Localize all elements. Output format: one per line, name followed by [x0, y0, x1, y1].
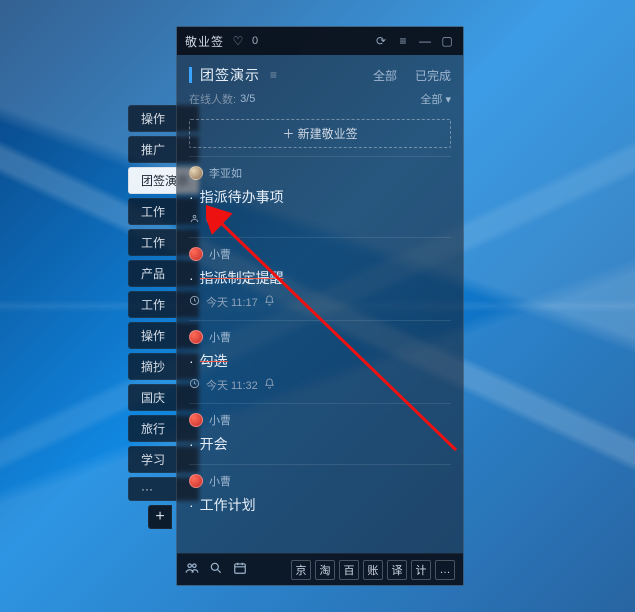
- card-owner: 小曹: [189, 473, 451, 489]
- card-owner: 李亚如: [189, 165, 451, 181]
- card-title-text: 开会: [200, 434, 228, 454]
- members-icon[interactable]: [185, 561, 199, 578]
- owner-name: 小曹: [209, 473, 231, 489]
- bell-count: 0: [252, 35, 258, 47]
- card-meta-text: 今天 11:32: [206, 377, 258, 393]
- bottom-tile[interactable]: 百: [339, 560, 359, 580]
- card-title: · 开会: [189, 434, 451, 454]
- note-card[interactable]: 小曹 · 工作计划: [189, 464, 451, 525]
- card-meta: 今天 11:17: [189, 294, 451, 310]
- bottom-tile[interactable]: 计: [411, 560, 431, 580]
- card-owner: 小曹: [189, 412, 451, 428]
- filter-done[interactable]: 已完成: [415, 67, 451, 84]
- bullet-icon: ·: [189, 436, 194, 452]
- bottom-tiles: 京淘百账译计…: [291, 560, 455, 580]
- person-icon: [189, 213, 200, 227]
- bottom-tile[interactable]: 账: [363, 560, 383, 580]
- reminder-icon: [264, 295, 275, 309]
- avatar: [189, 413, 203, 427]
- card-owner: 小曹: [189, 246, 451, 262]
- reminder-icon: [264, 378, 275, 392]
- card-title: · 勾选: [189, 351, 451, 371]
- bottom-tile[interactable]: 京: [291, 560, 311, 580]
- filter-all[interactable]: 全部: [373, 67, 397, 84]
- card-title: · 工作计划: [189, 495, 451, 515]
- owner-name: 小曹: [209, 412, 231, 428]
- accent-bar: [189, 67, 192, 83]
- clock-icon: [189, 295, 200, 309]
- online-line: 在线人数: 3/5 全部 ▾: [177, 89, 463, 115]
- online-label: 在线人数:: [189, 91, 236, 107]
- owner-name: 李亚如: [209, 165, 242, 181]
- bell-icon[interactable]: ♡: [230, 33, 246, 49]
- titlebar: 敬业签 ♡ 0 ⟳ ≡ ― ▢: [177, 27, 463, 55]
- online-count: 3/5: [240, 93, 255, 105]
- note-card[interactable]: 小曹 · 指派制定提醒今天 11:17: [189, 237, 451, 320]
- search-icon[interactable]: [209, 561, 223, 578]
- owner-name: 小曹: [209, 246, 231, 262]
- owner-name: 小曹: [209, 329, 231, 345]
- app-brand: 敬业签: [185, 33, 224, 50]
- card-title-text: 指派制定提醒: [200, 268, 284, 288]
- note-card[interactable]: 小曹 · 开会: [189, 403, 451, 464]
- note-list: 李亚如 · 指派待办事项 0/3 小曹 · 指派制定提醒今天 11:17 小曹 · 勾选今天 11…: [177, 156, 463, 553]
- avatar: [189, 166, 203, 180]
- add-tab-button[interactable]: +: [148, 505, 172, 529]
- bullet-icon: ·: [189, 189, 194, 205]
- card-meta-text: 0/3: [206, 214, 221, 226]
- card-title: · 指派待办事项: [189, 187, 451, 207]
- card-title-text: 指派待办事项: [200, 187, 284, 207]
- clock-icon: [189, 378, 200, 392]
- card-owner: 小曹: [189, 329, 451, 345]
- menu-icon[interactable]: ≡: [395, 33, 411, 49]
- card-meta: 0/3: [189, 213, 451, 227]
- bottom-tile[interactable]: 译: [387, 560, 407, 580]
- card-meta: 今天 11:32: [189, 377, 451, 393]
- list-mode-icon[interactable]: ≡: [270, 68, 277, 82]
- bottom-tile[interactable]: …: [435, 560, 455, 580]
- bottom-tile[interactable]: 淘: [315, 560, 335, 580]
- card-title-text: 勾选: [200, 351, 228, 371]
- avatar: [189, 474, 203, 488]
- card-meta-text: 今天 11:17: [206, 294, 258, 310]
- section-header: 团签演示 ≡ 全部 已完成: [177, 55, 463, 89]
- close-icon[interactable]: ▢: [439, 33, 455, 49]
- bullet-icon: ·: [189, 353, 194, 369]
- section-title: 团签演示: [200, 65, 260, 85]
- app-window: 敬业签 ♡ 0 ⟳ ≡ ― ▢ 团签演示 ≡ 全部 已完成 在线人数: 3/5 …: [176, 26, 464, 586]
- note-card[interactable]: 李亚如 · 指派待办事项 0/3: [189, 156, 451, 237]
- minimize-icon[interactable]: ―: [417, 33, 433, 49]
- card-title: · 指派制定提醒: [189, 268, 451, 288]
- bottom-bar: 京淘百账译计…: [177, 553, 463, 585]
- note-card[interactable]: 小曹 · 勾选今天 11:32: [189, 320, 451, 403]
- calendar-icon[interactable]: [233, 561, 247, 578]
- sync-icon[interactable]: ⟳: [373, 33, 389, 49]
- avatar: [189, 330, 203, 344]
- bullet-icon: ·: [189, 270, 194, 286]
- bullet-icon: ·: [189, 497, 194, 513]
- dropdown-filter[interactable]: 全部 ▾: [420, 91, 451, 107]
- card-title-text: 工作计划: [200, 495, 256, 515]
- avatar: [189, 247, 203, 261]
- new-note-button[interactable]: ＋ 新建敬业签: [189, 119, 451, 148]
